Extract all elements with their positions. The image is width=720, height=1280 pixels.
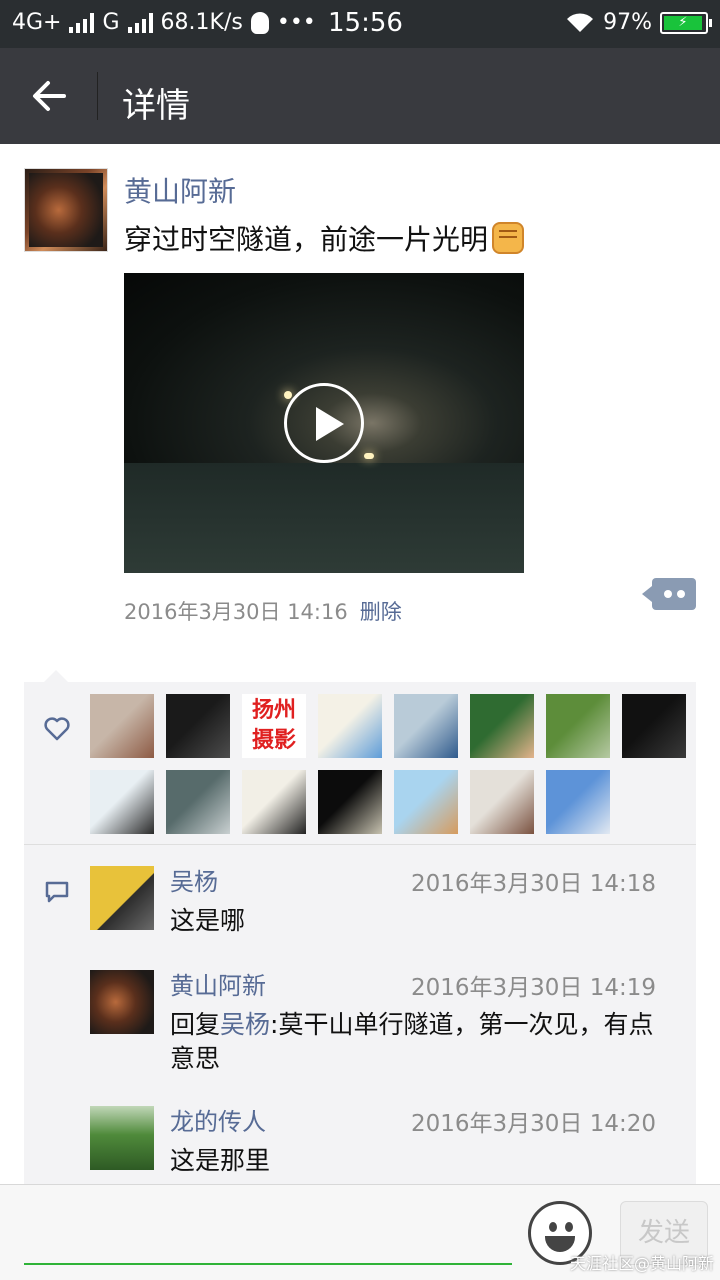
comment-avatar[interactable] bbox=[90, 1106, 154, 1170]
network-speed: 68.1K/s bbox=[160, 10, 243, 35]
heart-icon bbox=[44, 717, 70, 741]
like-avatar-4[interactable] bbox=[318, 694, 382, 758]
title-divider bbox=[97, 72, 98, 120]
network-type: 4G+ bbox=[12, 10, 62, 35]
like-avatar-7[interactable] bbox=[546, 694, 610, 758]
like-avatar-12[interactable] bbox=[318, 770, 382, 834]
tunnel-light bbox=[364, 453, 374, 459]
like-avatar-6[interactable] bbox=[470, 694, 534, 758]
comment-input-field[interactable] bbox=[24, 1263, 512, 1265]
comment-author[interactable]: 龙的传人 bbox=[170, 1102, 266, 1137]
like-avatar-14[interactable] bbox=[470, 770, 534, 834]
signal-icon bbox=[69, 12, 95, 33]
comment-text: 回复吴杨:莫干山单行隧道，第一次见，有点意思 bbox=[170, 1008, 660, 1076]
comment-options-button[interactable] bbox=[642, 578, 696, 610]
like-avatar-3[interactable]: 扬州摄影 bbox=[242, 694, 306, 758]
comment-author[interactable]: 吴杨 bbox=[170, 862, 218, 897]
clock: 15:56 bbox=[328, 8, 403, 38]
comment-text: 这是那里 bbox=[170, 1146, 271, 1175]
comment-author[interactable]: 黄山阿新 bbox=[170, 966, 266, 1001]
title-bar: 详情 bbox=[0, 48, 720, 144]
comment-text: 这是哪 bbox=[170, 906, 246, 935]
comment-time: 2016年3月30日 14:18 bbox=[410, 871, 656, 897]
like-avatar-2[interactable] bbox=[166, 694, 230, 758]
likes-comments-panel: 扬州摄影 吴杨 2016年3月30日 14:18 这是哪 黄山阿新 2016年3… bbox=[24, 670, 696, 1184]
comment-avatar[interactable] bbox=[90, 866, 154, 930]
back-arrow-icon[interactable] bbox=[28, 74, 72, 118]
tunnel-lamp bbox=[284, 391, 292, 399]
like-avatar-10[interactable] bbox=[166, 770, 230, 834]
comment-avatar[interactable] bbox=[90, 970, 154, 1034]
delete-link[interactable]: 删除 bbox=[360, 596, 402, 626]
like-avatar-15[interactable] bbox=[546, 770, 610, 834]
signal-icon-2 bbox=[127, 12, 153, 33]
panel-divider bbox=[24, 844, 696, 845]
comment-bubble-icon bbox=[45, 881, 69, 903]
network-type-2: G bbox=[102, 10, 120, 35]
post-timestamp: 2016年3月30日 14:16 bbox=[124, 600, 348, 624]
fist-emoji-icon bbox=[492, 222, 525, 254]
qq-icon bbox=[250, 11, 269, 34]
battery-percent: 97% bbox=[603, 10, 652, 35]
like-avatar-9[interactable] bbox=[90, 770, 154, 834]
post-text-content: 穿过时空隧道，前途一片光明 bbox=[124, 223, 489, 256]
comment-time: 2016年3月30日 14:20 bbox=[410, 1111, 656, 1137]
comment-time: 2016年3月30日 14:19 bbox=[410, 975, 656, 1001]
like-avatar-11[interactable] bbox=[242, 770, 306, 834]
page-title: 详情 bbox=[122, 86, 190, 126]
post-meta: 2016年3月30日 14:16 删除 bbox=[124, 596, 402, 626]
like-avatar-5[interactable] bbox=[394, 694, 458, 758]
reply-to-user[interactable]: 吴杨 bbox=[220, 1010, 270, 1039]
play-icon[interactable] bbox=[284, 383, 364, 463]
more-icon: ••• bbox=[276, 10, 316, 35]
like-avatar-13[interactable] bbox=[394, 770, 458, 834]
post-author-avatar[interactable] bbox=[24, 168, 108, 252]
reply-prefix: 回复 bbox=[170, 1010, 221, 1039]
post-text: 穿过时空隧道，前途一片光明 bbox=[124, 218, 525, 258]
wifi-icon bbox=[567, 12, 594, 32]
like-avatar-1[interactable] bbox=[90, 694, 154, 758]
post-video[interactable] bbox=[124, 273, 524, 573]
post-author-name[interactable]: 黄山阿新 bbox=[124, 170, 236, 210]
watermark: 天涯社区@黄山阿新 bbox=[569, 1254, 714, 1273]
status-bar: 4G+ G 68.1K/s ••• 15:56 97% ⚡ bbox=[0, 0, 720, 48]
battery-icon: ⚡ bbox=[660, 11, 712, 34]
like-avatar-8[interactable] bbox=[622, 694, 686, 758]
